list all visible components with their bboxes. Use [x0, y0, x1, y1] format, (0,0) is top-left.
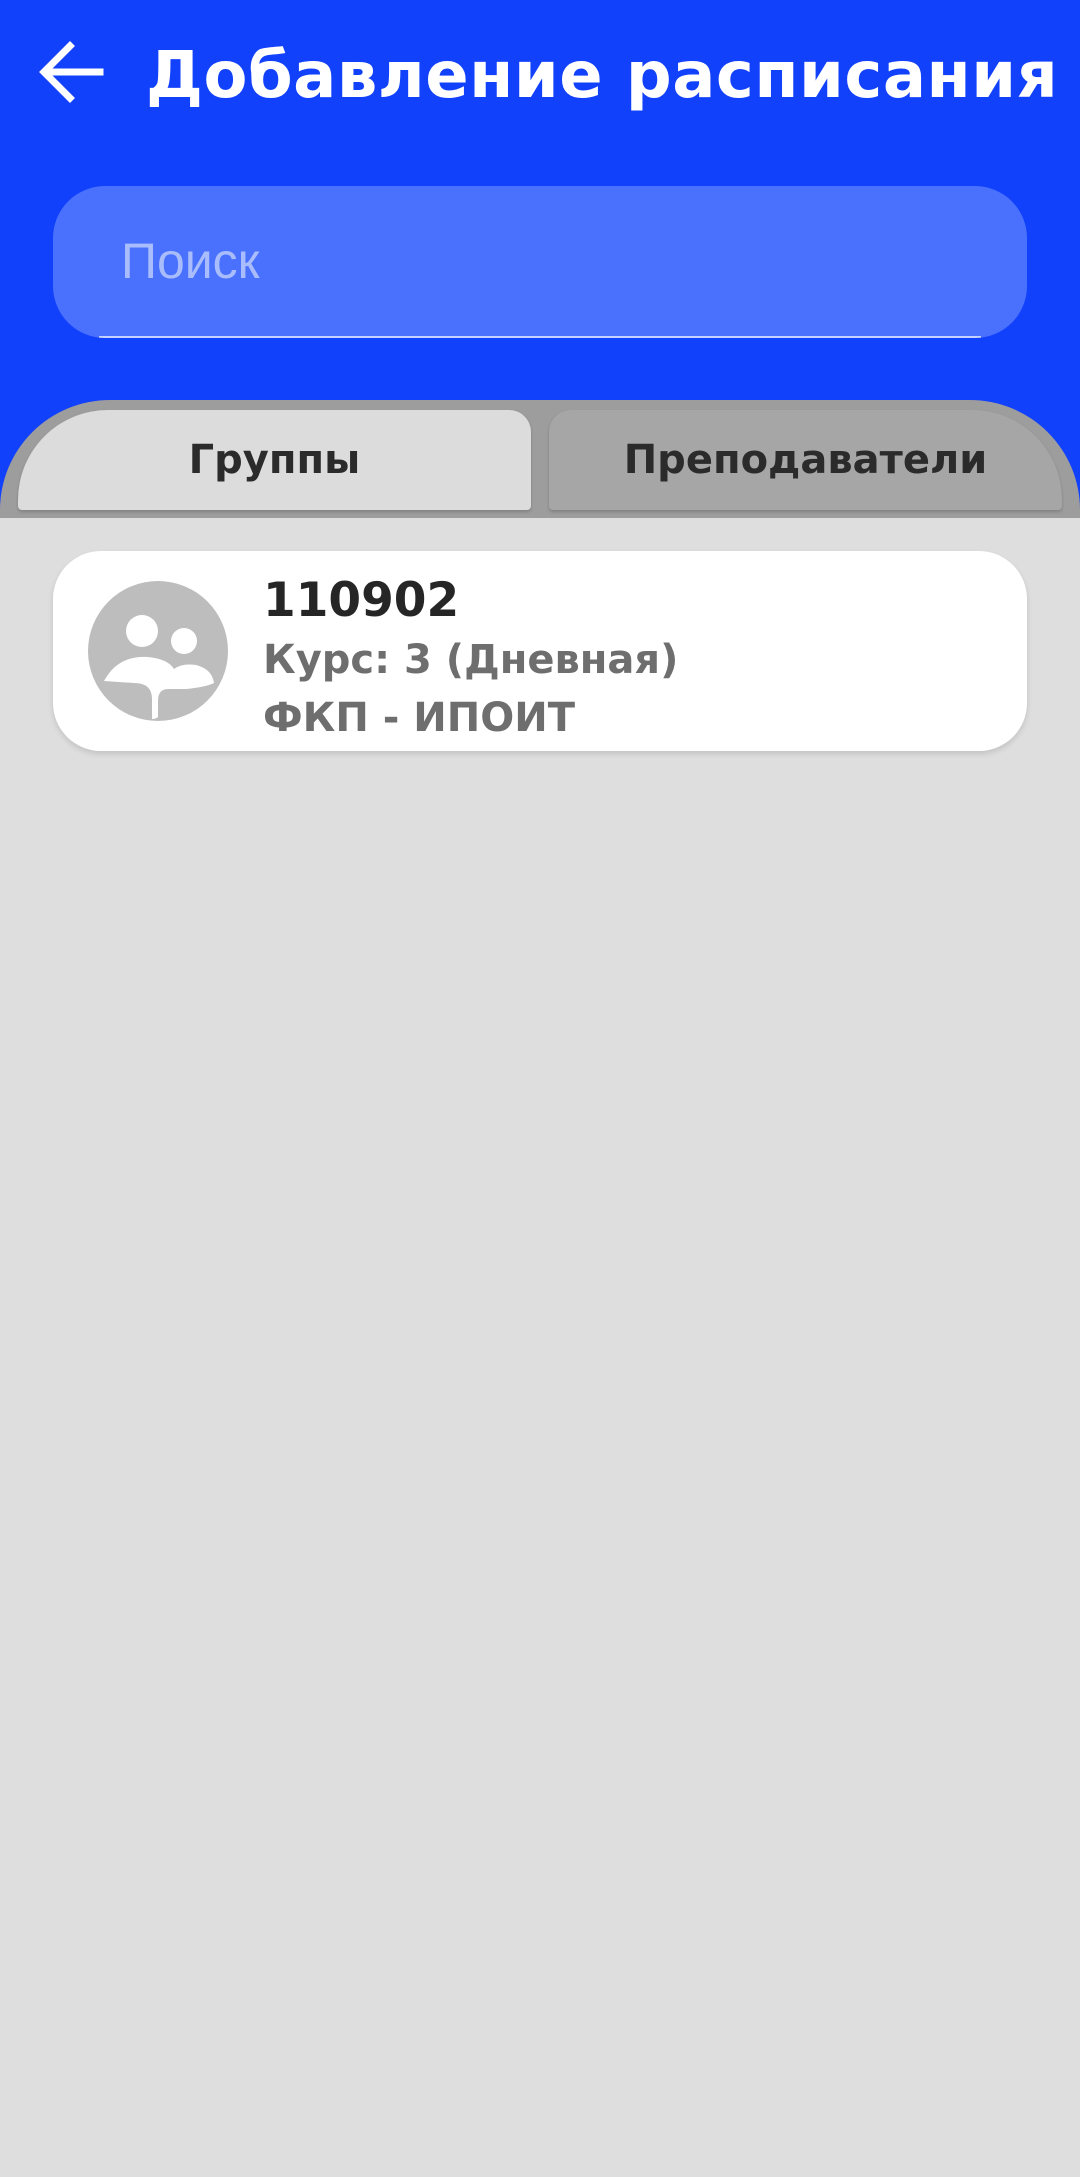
tab-teachers[interactable]: Преподаватели	[549, 410, 1062, 510]
group-card[interactable]: 110902 Курс: 3 (Дневная) ФКП - ИПОИТ	[53, 551, 1027, 751]
search-input[interactable]	[67, 186, 981, 336]
group-course: Курс: 3 (Дневная)	[263, 637, 679, 683]
group-card-text: 110902 Курс: 3 (Дневная) ФКП - ИПОИТ	[263, 571, 1007, 747]
tab-groups-label: Группы	[188, 437, 361, 483]
group-faculty: ФКП - ИПОИТ	[263, 695, 576, 741]
arrow-left-icon	[39, 41, 104, 103]
page-title: Добавление расписания	[146, 39, 1059, 113]
tab-bar: Группы Преподаватели	[0, 400, 1080, 518]
tab-groups[interactable]: Группы	[18, 410, 531, 510]
group-number: 110902	[263, 573, 460, 628]
add-schedule-screen: Добавление расписания Группы Преподавате…	[0, 0, 1080, 2177]
group-list: 110902 Курс: 3 (Дневная) ФКП - ИПОИТ	[0, 518, 1080, 2177]
tab-teachers-label: Преподаватели	[623, 437, 988, 483]
group-avatar-icon	[88, 581, 228, 721]
search-underline	[99, 336, 981, 338]
back-button[interactable]	[28, 30, 118, 114]
search-box[interactable]	[53, 186, 1027, 338]
